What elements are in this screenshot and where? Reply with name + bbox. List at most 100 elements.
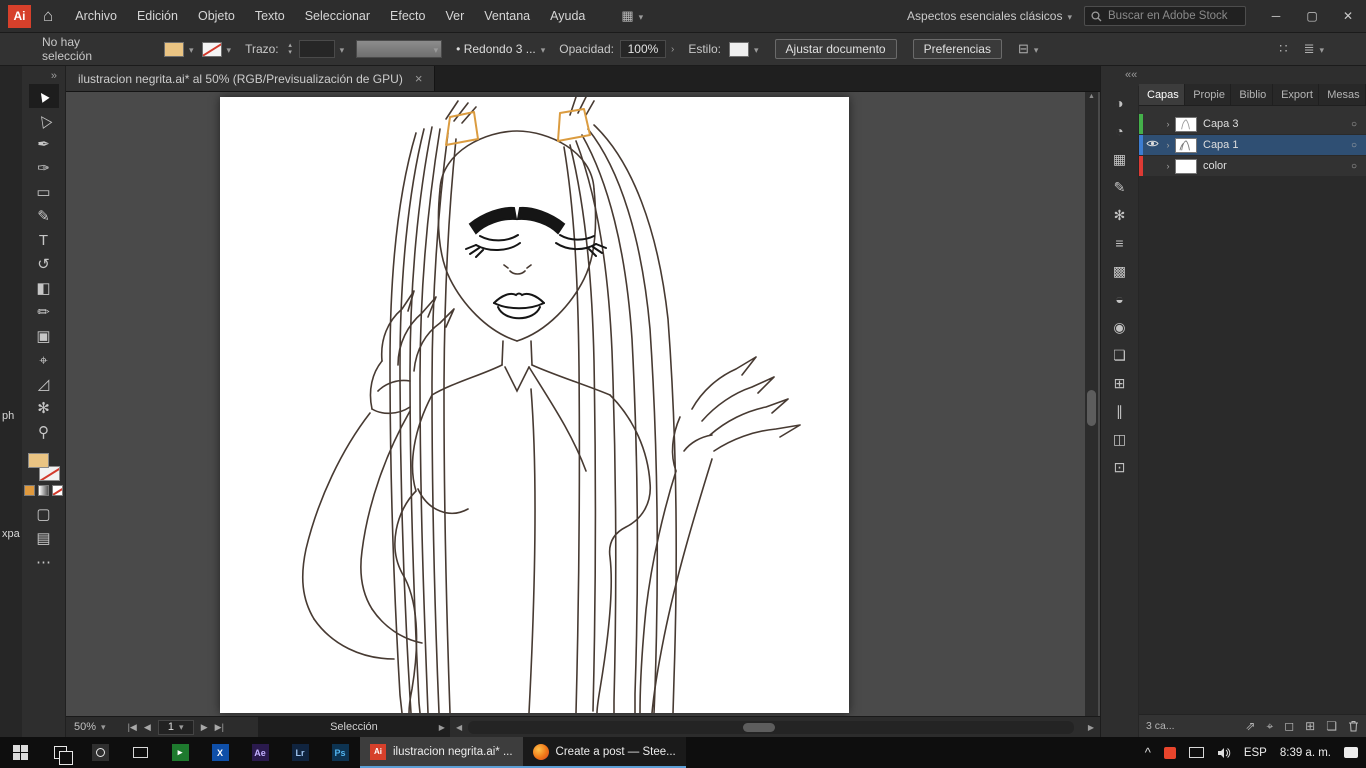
toolbar-expand-icon[interactable]: » (51, 66, 65, 84)
stroke-weight-field[interactable] (298, 40, 335, 58)
style-swatch[interactable] (729, 41, 750, 57)
stroke-swatch[interactable] (38, 466, 60, 481)
workspace-switcher[interactable]: Aspectos esenciales clásicos (907, 9, 1072, 23)
gradient-icon[interactable]: ▩ (1110, 262, 1130, 280)
pencil-tool[interactable]: ✏ (29, 300, 59, 324)
collect-export-icon[interactable]: ⇗ (1245, 719, 1255, 733)
stroke-icon[interactable]: ≡ (1110, 234, 1130, 252)
expand-layer-icon[interactable]: › (1161, 119, 1175, 129)
layer-row[interactable]: › color ○ (1139, 156, 1366, 177)
variable-width-dropdown[interactable] (356, 40, 443, 58)
color-guide-icon[interactable]: ◔ (1110, 122, 1130, 140)
rectangle-tool[interactable]: ▭ (29, 180, 59, 204)
first-artboard-button[interactable]: |◀ (128, 722, 137, 733)
transform-icon[interactable]: ⊡ (1110, 458, 1130, 476)
fill-swatch[interactable] (27, 453, 49, 468)
last-artboard-button[interactable]: ▶| (215, 722, 224, 733)
layer-target-icon[interactable]: ○ (1342, 161, 1366, 172)
volume-icon[interactable] (1217, 747, 1231, 759)
stroke-dropdown-icon[interactable] (222, 42, 232, 56)
opacity-label[interactable]: Opacidad: (559, 42, 614, 56)
stroke-weight-stepper[interactable] (284, 40, 297, 58)
tab-propiedades[interactable]: Propie (1185, 84, 1232, 105)
collapsed-panel-label[interactable]: xpa (2, 528, 20, 540)
canvas[interactable]: ▲ (66, 92, 1100, 716)
none-button[interactable] (52, 485, 63, 496)
layer-target-icon[interactable]: ○ (1342, 140, 1366, 151)
stroke-color-swatch[interactable] (201, 41, 222, 57)
illustrator-window-button[interactable]: Ai ilustracion negrita.ai* ... (360, 737, 523, 768)
vertical-scroll-thumb[interactable] (1087, 390, 1096, 426)
color-button[interactable] (24, 485, 35, 496)
draw-mode-icon[interactable]: ▢ (29, 502, 59, 526)
artwork-illustration[interactable] (220, 96, 849, 714)
collapse-panels-icon[interactable]: «« (1125, 69, 1137, 81)
collapsed-panel-label[interactable]: ph (2, 410, 14, 422)
zoom-tool[interactable]: ⚲ (29, 420, 59, 444)
align-icon[interactable]: ∥ (1110, 402, 1130, 420)
layer-thumbnail[interactable] (1175, 116, 1197, 132)
menu-seleccionar[interactable]: Seleccionar (295, 0, 380, 33)
layer-thumbnail[interactable] (1175, 158, 1197, 174)
previous-artboard-button[interactable]: ◀ (144, 722, 151, 733)
home-icon[interactable]: ⌂ (43, 6, 53, 26)
opacity-chevron-icon[interactable]: › (671, 44, 674, 55)
next-artboard-button[interactable]: ▶ (201, 722, 208, 733)
tray-display-icon[interactable] (1188, 747, 1204, 758)
search-input[interactable] (1108, 10, 1238, 22)
color-icon[interactable]: ◑ (1110, 94, 1130, 112)
zoom-level-dropdown[interactable]: 50% (74, 721, 106, 733)
layer-name[interactable]: Capa 3 (1203, 118, 1342, 130)
menu-ventana[interactable]: Ventana (474, 0, 540, 33)
panel-grid-icon[interactable]: ∷ (1279, 41, 1287, 57)
after-effects-button[interactable]: Ae (240, 737, 280, 768)
gradient-button[interactable] (38, 485, 49, 496)
make-mask-icon[interactable]: ◻ (1284, 719, 1294, 733)
screen-mode-icon[interactable]: ▤ (29, 526, 59, 550)
artboards-icon[interactable]: ⊞ (1110, 374, 1130, 392)
scroll-up-icon[interactable]: ▲ (1088, 92, 1095, 102)
firefox-window-button[interactable]: Create a post — Stee... (522, 737, 686, 768)
start-button[interactable] (0, 737, 40, 768)
xd-app-button[interactable]: X (200, 737, 240, 768)
style-dropdown-icon[interactable] (749, 42, 759, 56)
paintbrush-tool[interactable]: ✎ (29, 204, 59, 228)
maximize-button[interactable]: ▢ (1294, 0, 1330, 33)
layer-name[interactable]: Capa 1 (1203, 139, 1342, 151)
clock[interactable]: 8:39 a. m. (1280, 747, 1331, 759)
eyedropper-tool[interactable]: ⌖ (29, 348, 59, 372)
rotate-tool[interactable]: ↺ (29, 252, 59, 276)
document-tab[interactable]: ilustracion negrita.ai* al 50% (RGB/Prev… (66, 66, 436, 91)
edit-toolbar-icon[interactable]: ⋯ (29, 550, 59, 574)
media-app-button[interactable]: ▸ (160, 737, 200, 768)
pen-tool[interactable]: ✒ (29, 132, 59, 156)
menu-archivo[interactable]: Archivo (65, 0, 127, 33)
expand-layer-icon[interactable]: › (1161, 140, 1175, 150)
photoshop-button[interactable]: Ps (320, 737, 360, 768)
brushes-icon[interactable]: ✎ (1110, 178, 1130, 196)
preferences-button[interactable]: Preferencias (912, 39, 1002, 59)
task-view-button[interactable] (40, 737, 80, 768)
opacity-field[interactable]: 100% (619, 40, 666, 58)
tab-capas[interactable]: Capas (1139, 84, 1186, 105)
symbol-sprayer-tool[interactable]: ✻ (29, 396, 59, 420)
tab-close-icon[interactable]: × (415, 71, 423, 86)
layer-target-icon[interactable]: ○ (1342, 119, 1366, 130)
fill-stroke-indicator[interactable] (27, 452, 61, 482)
menu-texto[interactable]: Texto (245, 0, 295, 33)
status-menu-icon[interactable]: ▶ (439, 723, 445, 732)
symbols-icon[interactable]: ✻ (1110, 206, 1130, 224)
document-setup-button[interactable]: Ajustar documento (774, 39, 897, 59)
action-center-icon[interactable] (1344, 747, 1358, 758)
new-layer-icon[interactable]: ❏ (1326, 719, 1337, 733)
tab-mesas[interactable]: Mesas (1319, 84, 1366, 105)
swatches-icon[interactable]: ▦ (1110, 150, 1130, 168)
shear-tool[interactable]: ◿ (29, 372, 59, 396)
tab-exportacion[interactable]: Export (1273, 84, 1320, 105)
status-display[interactable]: Selección ▶ (257, 716, 450, 738)
panel-list-icon[interactable]: ≣ (1304, 41, 1324, 57)
artboard-number-dropdown[interactable]: 1 (157, 719, 194, 735)
locate-object-icon[interactable]: ⌖ (1266, 719, 1273, 734)
arrange-documents-icon[interactable]: ▦ (621, 8, 643, 24)
brush-definition-dropdown[interactable]: • Redondo 3 ... (456, 42, 545, 56)
